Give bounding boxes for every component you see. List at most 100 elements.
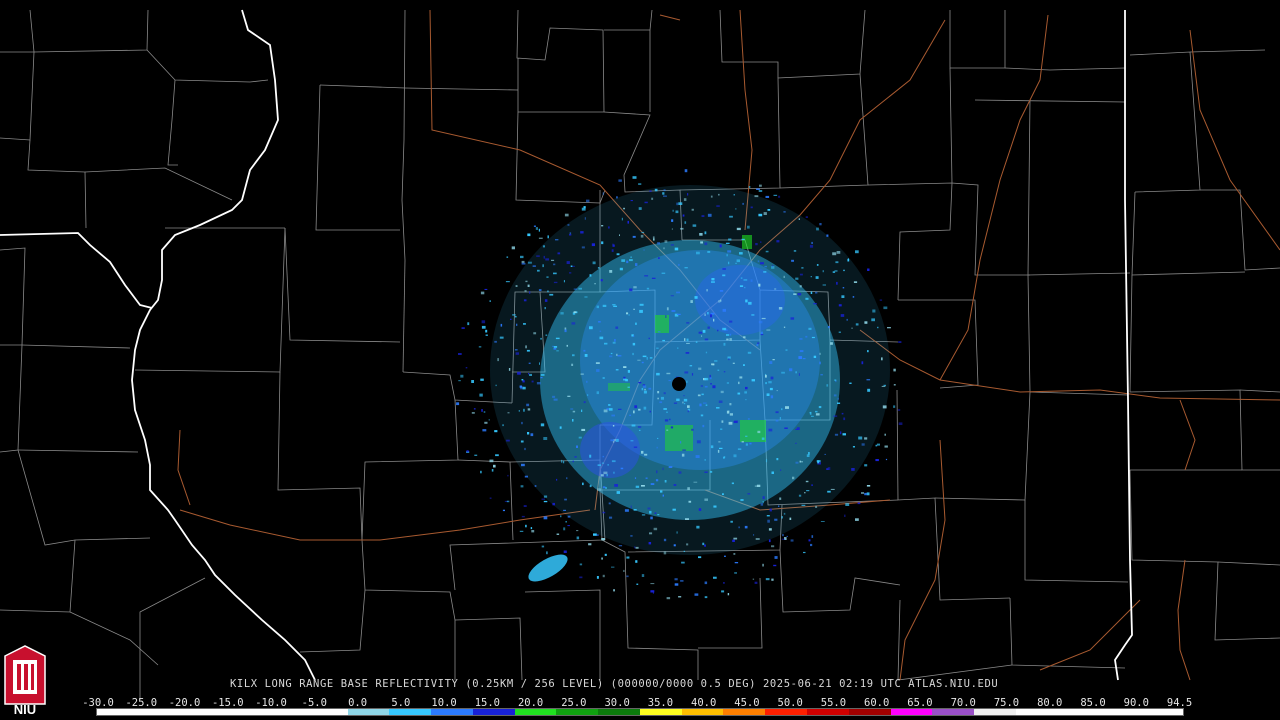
echo-speckle bbox=[811, 336, 815, 339]
echo-speckle bbox=[521, 515, 525, 518]
echo-speckle bbox=[745, 443, 748, 446]
echo-speckle bbox=[704, 471, 708, 473]
echo-speckle bbox=[811, 415, 814, 417]
echo-speckle bbox=[771, 578, 774, 581]
echo-speckle bbox=[808, 327, 812, 330]
echo-speckle bbox=[532, 265, 536, 267]
echo-speckle bbox=[644, 275, 649, 277]
echo-speckle bbox=[714, 360, 718, 362]
echo-speckle bbox=[816, 264, 819, 266]
echo-speckle bbox=[630, 200, 633, 202]
echo-speckle bbox=[686, 380, 688, 383]
echo-speckle bbox=[564, 329, 567, 333]
colorbar-segment bbox=[932, 709, 975, 715]
echo-speckle bbox=[666, 372, 671, 375]
echo-speckle bbox=[489, 300, 491, 302]
echo-speckle bbox=[884, 433, 886, 436]
echo-speckle bbox=[461, 327, 465, 329]
echo-speckle bbox=[699, 403, 702, 407]
echo-speckle bbox=[867, 388, 871, 392]
echo-speckle bbox=[838, 331, 841, 333]
echo-speckle bbox=[815, 413, 820, 416]
echo-speckle bbox=[543, 437, 548, 440]
echo-speckle bbox=[570, 265, 573, 267]
echo-speckle bbox=[664, 240, 668, 243]
echo-speckle bbox=[560, 312, 564, 315]
echo-speckle bbox=[488, 419, 490, 421]
echo-speckle bbox=[673, 402, 678, 404]
echo-speckle bbox=[866, 485, 871, 487]
echo-speckle bbox=[704, 377, 709, 381]
echo-speckle bbox=[648, 387, 652, 390]
echo-speckle bbox=[520, 440, 524, 443]
echo-speckle bbox=[612, 304, 616, 306]
echo-speckle bbox=[649, 357, 653, 359]
echo-speckle bbox=[665, 315, 667, 318]
echo-speckle bbox=[684, 221, 687, 224]
echo-speckle bbox=[647, 507, 651, 510]
echo-speckle bbox=[853, 281, 858, 283]
colorbar-segment bbox=[556, 709, 599, 715]
echo-speckle bbox=[666, 429, 669, 431]
echo-speckle bbox=[826, 234, 829, 237]
echo-speckle bbox=[547, 235, 549, 239]
echo-speckle bbox=[819, 361, 821, 365]
echo-speckle bbox=[603, 471, 608, 475]
echo-speckle bbox=[851, 327, 853, 329]
echo-speckle bbox=[621, 217, 623, 221]
echo-speckle bbox=[484, 421, 488, 424]
echo-speckle bbox=[732, 539, 735, 542]
echo-speckle bbox=[790, 539, 794, 542]
echo-speckle bbox=[605, 487, 607, 489]
echo-speckle bbox=[707, 213, 712, 217]
echo-speckle bbox=[668, 379, 672, 382]
echo-speckle bbox=[553, 281, 558, 284]
echo-speckle bbox=[602, 455, 604, 458]
echo-speckle bbox=[738, 381, 740, 385]
echo-speckle bbox=[580, 373, 584, 375]
echo-speckle bbox=[614, 339, 616, 342]
echo-speckle bbox=[698, 556, 702, 559]
echo-speckle bbox=[644, 201, 648, 204]
echo-speckle bbox=[717, 369, 720, 371]
echo-speckle bbox=[611, 566, 615, 568]
echo-speckle bbox=[726, 254, 728, 257]
echo-speckle bbox=[753, 534, 755, 536]
colorbar-segment bbox=[1141, 709, 1183, 715]
echo-speckle bbox=[747, 418, 750, 420]
echo-speckle bbox=[758, 320, 763, 324]
echo-speckle bbox=[846, 318, 848, 321]
echo-speckle bbox=[826, 384, 829, 387]
echo-speckle bbox=[601, 557, 603, 560]
echo-speckle bbox=[760, 503, 764, 506]
echo-speckle bbox=[885, 458, 888, 461]
echo-speckle bbox=[584, 296, 588, 298]
echo-speckle bbox=[710, 445, 714, 449]
echo-speckle bbox=[623, 207, 625, 210]
echo-speckle bbox=[589, 274, 592, 277]
echo-speckle bbox=[471, 412, 475, 414]
echo-speckle bbox=[563, 550, 567, 553]
echo-speckle bbox=[742, 202, 744, 205]
echo-speckle bbox=[790, 317, 795, 320]
echo-speckle bbox=[546, 551, 548, 555]
echo-speckle bbox=[864, 492, 867, 496]
echo-speckle bbox=[514, 316, 517, 318]
echo-speckle bbox=[652, 236, 655, 239]
echo-speckle bbox=[600, 474, 604, 477]
echo-speckle bbox=[630, 505, 632, 509]
echo-speckle bbox=[632, 176, 637, 179]
echo-speckle bbox=[663, 247, 665, 250]
echo-speckle bbox=[801, 461, 803, 463]
echo-speckle bbox=[458, 380, 461, 382]
echo-speckle bbox=[877, 326, 879, 329]
echo-speckle bbox=[730, 520, 733, 523]
echo-speckle bbox=[651, 277, 656, 279]
echo-speckle bbox=[640, 234, 644, 238]
echo-speckle bbox=[500, 323, 503, 327]
echo-speckle bbox=[696, 440, 701, 444]
echo-speckle bbox=[582, 482, 584, 486]
echo-speckle bbox=[567, 224, 570, 226]
echo-speckle bbox=[857, 502, 861, 505]
echo-speckle bbox=[683, 550, 685, 552]
